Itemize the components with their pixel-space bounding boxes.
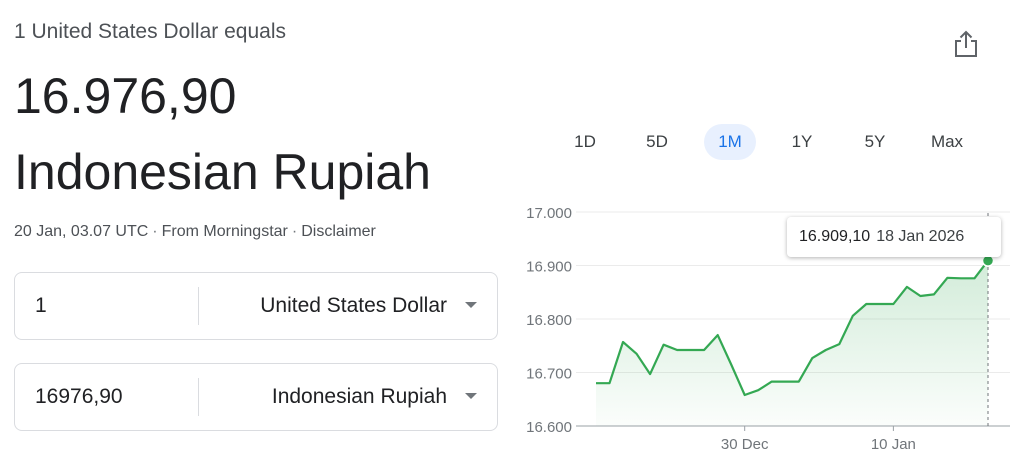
from-currency-label: United States Dollar xyxy=(260,294,447,317)
tab-1y[interactable]: 1Y xyxy=(781,124,823,160)
tooltip-date: 18 Jan 2026 xyxy=(876,228,965,245)
rate-currency: Indonesian Rupiah xyxy=(14,144,431,200)
tab-5d[interactable]: 5D xyxy=(636,124,678,160)
to-currency-select[interactable]: Indonesian Rupiah xyxy=(237,364,497,430)
tab-max[interactable]: Max xyxy=(922,124,972,160)
from-converter-row: 1 United States Dollar xyxy=(14,272,498,340)
tab-1m[interactable]: 1M xyxy=(704,124,756,160)
area-fill xyxy=(596,260,988,426)
separator: · xyxy=(152,223,158,240)
from-currency-select[interactable]: United States Dollar xyxy=(237,273,497,339)
tab-1d[interactable]: 1D xyxy=(564,124,606,160)
x-tick-label: 10 Jan xyxy=(871,436,916,453)
equals-line: 1 United States Dollar equals xyxy=(14,20,286,43)
rate-value: 16.976,90 xyxy=(14,68,237,124)
to-converter-row: 16976,90 Indonesian Rupiah xyxy=(14,363,498,431)
y-tick-label: 16.800 xyxy=(526,312,572,329)
y-tick-label: 16.700 xyxy=(526,366,572,383)
range-tabs: 1D 5D 1M 1Y 5Y Max xyxy=(548,124,988,160)
meta-line: 20 Jan, 03.07 UTC · From Morningstar · Discl… xyxy=(14,223,376,241)
tab-5y[interactable]: 5Y xyxy=(854,124,896,160)
to-amount-input[interactable]: 16976,90 xyxy=(35,364,195,430)
tooltip-value: 16.909,10 xyxy=(799,228,871,245)
to-currency-label: Indonesian Rupiah xyxy=(271,385,447,408)
from-amount-input[interactable]: 1 xyxy=(35,273,195,339)
y-tick-label: 16.600 xyxy=(526,419,572,436)
dropdown-arrow-icon xyxy=(465,302,477,308)
disclaimer-link[interactable]: Disclaimer xyxy=(301,223,376,240)
share-icon xyxy=(955,30,977,57)
divider xyxy=(198,378,199,416)
chart-tooltip: 16.909,10 18 Jan 2026 xyxy=(787,217,1001,257)
timestamp: 20 Jan, 03.07 UTC xyxy=(14,223,149,240)
share-button[interactable] xyxy=(950,28,982,60)
source-link[interactable]: From Morningstar xyxy=(162,223,288,240)
dropdown-arrow-icon xyxy=(465,393,477,399)
x-tick-label: 30 Dec xyxy=(721,436,769,453)
divider xyxy=(198,287,199,325)
y-tick-label: 17.000 xyxy=(526,205,572,222)
y-tick-label: 16.900 xyxy=(526,259,572,276)
separator: · xyxy=(291,223,298,240)
